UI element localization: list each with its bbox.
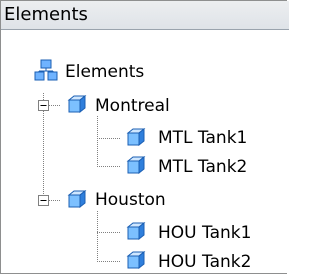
elements-panel: Elements Elements Montreal MTL Tank1 MTL… — [0, 0, 289, 274]
cube-icon — [126, 155, 146, 175]
cube-icon — [126, 250, 146, 270]
collapse-toggle-montreal[interactable] — [38, 100, 49, 111]
hierarchy-icon — [34, 59, 58, 81]
cube-icon — [126, 127, 146, 147]
tree-node-label: Montreal — [95, 96, 170, 116]
collapse-toggle-houston[interactable] — [38, 195, 49, 206]
cube-icon — [67, 94, 87, 114]
cube-icon — [67, 189, 87, 209]
cube-icon — [126, 221, 146, 241]
tree-leaf-label: HOU Tank1 — [158, 223, 252, 243]
tree-node-label: Houston — [95, 190, 166, 210]
tree-leaf-label: MTL Tank1 — [158, 128, 248, 148]
tree-leaf-label: MTL Tank2 — [158, 157, 248, 177]
tree-leaf-label: HOU Tank2 — [158, 252, 252, 272]
tree-root-label: Elements — [65, 62, 145, 82]
